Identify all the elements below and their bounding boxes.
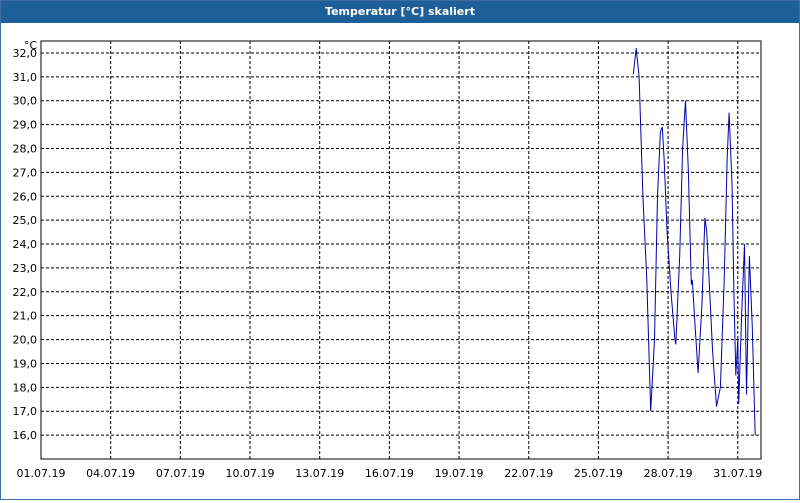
x-tick-label: 25.07.19 (574, 467, 623, 480)
x-tick-label: 10.07.19 (226, 467, 275, 480)
y-tick-label: 21,0 (13, 310, 38, 323)
y-tick-label: 23,0 (13, 262, 38, 275)
y-tick-label: 24,0 (13, 238, 38, 251)
y-tick-label: 18,0 (13, 381, 38, 394)
x-tick-label: 22.07.19 (504, 467, 553, 480)
y-tick-label: 31,0 (13, 71, 38, 84)
x-tick-label: 28.07.19 (644, 467, 693, 480)
chart-window: Temperatur [°C] skaliert 01.07.19 04.07.1… (0, 0, 800, 500)
x-tick-label: 01.07.19 (17, 467, 66, 480)
y-tick-label: 17,0 (13, 405, 38, 418)
x-tick-label: 16.07.19 (365, 467, 414, 480)
x-tick-label: 19.07.19 (435, 467, 484, 480)
x-tick-label: 13.07.19 (295, 467, 344, 480)
y-tick-label: 25,0 (13, 214, 38, 227)
y-tick-label: 27,0 (13, 166, 38, 179)
y-tick-label: 19,0 (13, 357, 38, 370)
y-tick-label: 20,0 (13, 334, 38, 347)
y-tick-label: 28,0 (13, 142, 38, 155)
y-axis-unit-label: °C (24, 39, 38, 52)
y-tick-label: 26,0 (13, 190, 38, 203)
plot-area (41, 41, 761, 459)
x-tick-label: 31.07.19 (713, 467, 762, 480)
temperature-chart: 01.07.19 04.07.19 07.07.19 10.07.19 13.07.19… (13, 39, 763, 480)
y-tick-label: 22,0 (13, 286, 38, 299)
chart-area: 01.07.19 04.07.19 07.07.19 10.07.19 13.07.19… (1, 23, 799, 499)
x-tick-label: 04.07.19 (86, 467, 135, 480)
window-title: Temperatur [°C] skaliert (1, 1, 799, 23)
x-tick-label: 07.07.19 (156, 467, 205, 480)
y-tick-label: 16,0 (13, 429, 38, 442)
y-tick-label: 29,0 (13, 119, 38, 132)
y-tick-label: 30,0 (13, 95, 38, 108)
